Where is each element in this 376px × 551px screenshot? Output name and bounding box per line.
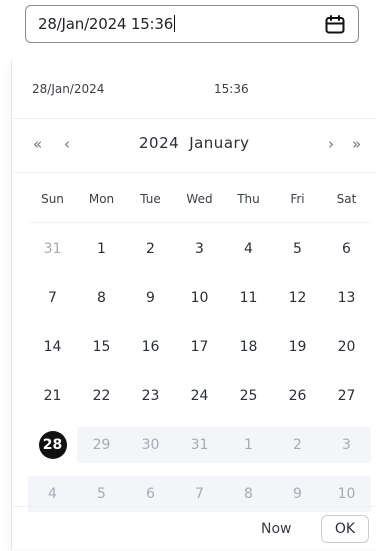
day-cell[interactable]: 1 [224, 427, 273, 463]
day-cell[interactable]: 2 [273, 427, 322, 463]
day-cell[interactable]: 10 [175, 280, 224, 316]
day-cell[interactable]: 9 [126, 280, 175, 316]
weekday-label: Wed [186, 192, 213, 206]
day-cell[interactable]: 20 [322, 329, 371, 365]
next-year-button[interactable]: » [352, 135, 361, 153]
day-grid: 31 1 2 3 4 5 6 7 8 9 10 11 12 13 14 15 1… [28, 231, 372, 525]
day-cell[interactable]: 30 [126, 427, 175, 463]
month-label[interactable]: January [189, 134, 249, 152]
calendar-icon[interactable] [324, 14, 346, 34]
day-cell[interactable]: 31 [175, 427, 224, 463]
picker-footer: Now OK [11, 506, 376, 551]
calendar-title: 2024 January [139, 134, 260, 152]
day-cell[interactable]: 24 [175, 378, 224, 414]
day-cell[interactable]: 2 [126, 231, 175, 267]
day-cell[interactable]: 31 [28, 231, 77, 267]
day-cell[interactable]: 3 [322, 427, 371, 463]
day-cell[interactable]: 11 [224, 280, 273, 316]
day-cell[interactable]: 8 [77, 280, 126, 316]
week-row: 31 1 2 3 4 5 6 [28, 231, 372, 267]
day-cell[interactable]: 27 [322, 378, 371, 414]
day-cell[interactable]: 17 [175, 329, 224, 365]
weekday-label: Tue [140, 192, 161, 206]
day-cell[interactable]: 18 [224, 329, 273, 365]
text-caret [174, 15, 176, 32]
year-label[interactable]: 2024 [139, 134, 179, 152]
selected-date-text[interactable]: 28/Jan/2024 [32, 82, 104, 96]
day-cell[interactable]: 6 [322, 231, 371, 267]
day-cell[interactable]: 16 [126, 329, 175, 365]
now-button[interactable]: Now [261, 521, 292, 537]
weekday-label: Mon [88, 192, 115, 206]
ok-button[interactable]: OK [321, 515, 369, 543]
selected-time-text[interactable]: 15:36 [214, 82, 249, 96]
prev-month-button[interactable]: ‹ [64, 135, 70, 153]
calendar-header: « ‹ 2024 January › » [12, 118, 376, 173]
week-row: 21 22 23 24 25 26 27 [28, 378, 372, 414]
day-cell[interactable]: 1 [77, 231, 126, 267]
day-cell[interactable]: 21 [28, 378, 77, 414]
day-cell[interactable]: 3 [175, 231, 224, 267]
selection-summary: 28/Jan/2024 15:36 [12, 60, 376, 119]
weekday-label: Thu [237, 192, 260, 206]
weekday-label: Sat [336, 192, 357, 206]
day-cell[interactable]: 22 [77, 378, 126, 414]
day-cell[interactable]: 29 [77, 427, 126, 463]
week-row: 7 8 9 10 11 12 13 [28, 280, 372, 316]
next-month-button[interactable]: › [328, 135, 334, 153]
datetime-input-value: 28/Jan/2024 15:36 [38, 15, 174, 33]
weekday-header: Sun Mon Tue Wed Thu Fri Sat [28, 186, 372, 212]
day-cell[interactable]: 12 [273, 280, 322, 316]
week-row: 14 15 16 17 18 19 20 [28, 329, 372, 365]
selected-day[interactable]: 28 [38, 431, 67, 459]
divider [28, 222, 372, 223]
day-cell[interactable]: 15 [77, 329, 126, 365]
day-cell[interactable]: 7 [28, 280, 77, 316]
day-cell[interactable]: 26 [273, 378, 322, 414]
day-cell[interactable]: 25 [224, 378, 273, 414]
day-cell[interactable]: 5 [273, 231, 322, 267]
week-row: 28 29 30 31 1 2 3 [28, 427, 372, 463]
weekday-label: Sun [41, 192, 64, 206]
prev-year-button[interactable]: « [33, 135, 42, 153]
day-cell[interactable]: 19 [273, 329, 322, 365]
weekday-label: Fri [290, 192, 305, 206]
day-cell[interactable]: 14 [28, 329, 77, 365]
datetime-input[interactable]: 28/Jan/2024 15:36 [25, 5, 359, 43]
day-cell-selected[interactable]: 28 [28, 427, 77, 463]
day-cell[interactable]: 13 [322, 280, 371, 316]
day-cell[interactable]: 4 [224, 231, 273, 267]
day-cell[interactable]: 23 [126, 378, 175, 414]
